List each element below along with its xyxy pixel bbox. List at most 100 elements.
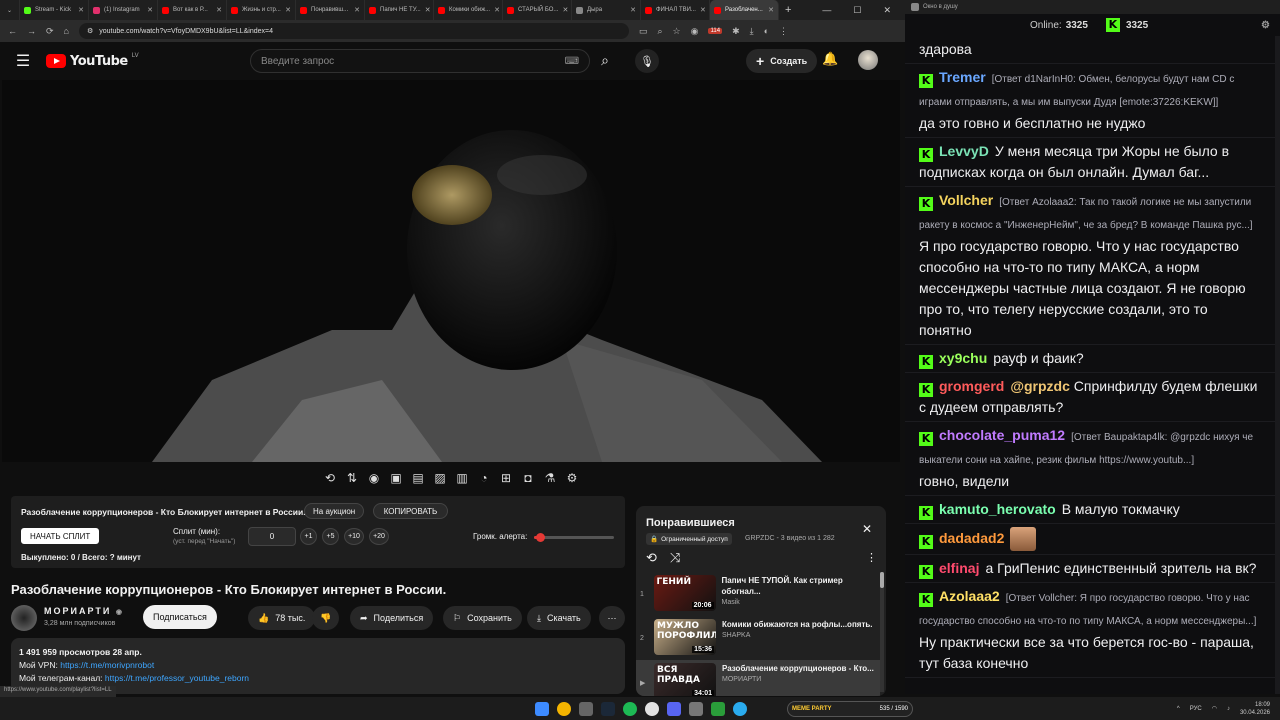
tray-chevron-icon[interactable]: ^: [1177, 706, 1180, 712]
channel-name[interactable]: МОРИАРТИ ◉: [44, 606, 124, 616]
chat-settings-icon[interactable]: ⚙: [1261, 20, 1270, 31]
tab-close-icon[interactable]: ✕: [285, 6, 291, 14]
loop-icon[interactable]: ⟲: [322, 470, 338, 486]
app3-icon[interactable]: [711, 701, 725, 716]
browser-tab[interactable]: Комики обиж... ✕: [434, 0, 503, 20]
cast-icon[interactable]: ▭: [639, 26, 648, 37]
screen-icon[interactable]: ▣: [388, 470, 404, 486]
chat-username[interactable]: Vollcher: [939, 192, 993, 208]
playlist-item[interactable]: 2 МУЖЛО ПОРОФЛИЛ 15:36 Комики обижаются на …: [636, 616, 880, 660]
site-info-icon[interactable]: ⚙: [87, 27, 93, 35]
download-icon[interactable]: ⤓: [750, 26, 754, 37]
video-player[interactable]: [2, 80, 900, 462]
add-20-button[interactable]: +20: [369, 528, 389, 545]
back-icon[interactable]: ←: [8, 26, 17, 36]
home-icon[interactable]: ⌂: [64, 26, 69, 36]
microphone-icon[interactable]: 🎙: [635, 49, 659, 73]
minimize-icon[interactable]: —: [822, 5, 831, 16]
telegram-icon[interactable]: [733, 701, 747, 716]
discord-icon[interactable]: [667, 701, 681, 716]
playlist-more-icon[interactable]: ⋮: [866, 551, 877, 564]
url-field[interactable]: ⚙ youtube.com/watch?v=VfoyDMDX9bU&list=L…: [78, 23, 629, 39]
chat-username[interactable]: dadadad2: [939, 530, 1004, 546]
avatar[interactable]: [858, 50, 878, 70]
like-button[interactable]: 👍 78 тыс.: [248, 606, 316, 630]
alert-volume-slider[interactable]: [534, 533, 614, 542]
download-button[interactable]: ⤓ Скачать: [527, 606, 591, 630]
loop-playlist-icon[interactable]: ⟲: [646, 550, 657, 566]
playlist-item[interactable]: 1 ГЕНИЙ 20:06 Папич НЕ ТУПОЙ. Как стример о…: [636, 572, 880, 616]
tab-close-icon[interactable]: ✕: [425, 6, 431, 14]
keyboard-icon[interactable]: ⌨: [565, 56, 579, 67]
zoom-icon[interactable]: ⌕: [658, 26, 663, 37]
browser-tab[interactable]: (1) Instagram ✕: [89, 0, 158, 20]
browser-tab[interactable]: Папич НЕ ТУ... ✕: [365, 0, 434, 20]
reload-icon[interactable]: ⟳: [46, 26, 54, 37]
copy-button[interactable]: КОПИРОВАТЬ: [373, 503, 448, 519]
browser-tab[interactable]: Дыра ✕: [572, 0, 641, 20]
chat-scrollbar[interactable]: [1275, 36, 1280, 694]
start-split-button[interactable]: НАЧАТЬ СПЛИТ: [21, 528, 100, 544]
playlist-icon[interactable]: ▥: [454, 470, 470, 486]
chat-username[interactable]: LevvyD: [939, 143, 989, 159]
app2-icon[interactable]: [689, 701, 703, 716]
puzzle-icon[interactable]: ✱: [732, 26, 740, 37]
tab-close-icon[interactable]: ✕: [354, 6, 360, 14]
dislike-button[interactable]: 👎: [312, 606, 340, 630]
profile-icon[interactable]: ◐: [764, 26, 769, 36]
add-1-button[interactable]: +1: [300, 528, 317, 545]
telegram-link[interactable]: https://t.me/professor_youtube_reborn: [105, 673, 249, 683]
youtube-logo[interactable]: YouTube LV: [46, 53, 139, 69]
forward-icon[interactable]: →: [27, 26, 36, 36]
browser-tab[interactable]: Жизнь и стр... ✕: [227, 0, 296, 20]
tab-close-icon[interactable]: ✕: [147, 6, 153, 14]
browser-tab[interactable]: Вот как в Р... ✕: [158, 0, 227, 20]
create-button[interactable]: + Создать: [746, 49, 818, 73]
split-minutes-input[interactable]: 0: [248, 527, 296, 546]
more-actions-icon[interactable]: ⋯: [599, 606, 625, 630]
add-10-button[interactable]: +10: [344, 528, 364, 545]
steam-icon[interactable]: [601, 701, 615, 716]
windows-start-icon[interactable]: [535, 701, 549, 716]
search-input[interactable]: Введите запрос ⌨: [250, 49, 590, 73]
subscribe-button[interactable]: Подписаться: [143, 605, 217, 629]
tab-close-icon[interactable]: ✕: [78, 6, 84, 14]
tab-close-icon[interactable]: ✕: [216, 6, 222, 14]
spotify-icon[interactable]: [623, 701, 637, 716]
menu-dots-icon[interactable]: ⋮: [779, 26, 788, 37]
save-button[interactable]: ⚐ Сохранить: [443, 606, 522, 630]
chat-username[interactable]: Azolaaa2: [939, 588, 1000, 604]
clock[interactable]: 18:09 30.04.2026: [1240, 701, 1270, 717]
keyboard-language[interactable]: РУС: [1190, 706, 1202, 712]
film-icon[interactable]: ▤: [410, 470, 426, 486]
chat-username[interactable]: gromgerd: [939, 378, 1004, 394]
chat-username[interactable]: chocolate_puma12: [939, 427, 1065, 443]
tab-close-icon[interactable]: ✕: [562, 6, 568, 14]
add-icon[interactable]: ⊞: [498, 470, 514, 486]
chat-username[interactable]: kamuto_herovato: [939, 501, 1056, 517]
tab-search-icon[interactable]: ⌄: [0, 0, 20, 20]
shuffle-icon[interactable]: ⤨: [670, 550, 680, 566]
chrome-icon[interactable]: [557, 701, 571, 716]
sort-icon[interactable]: ⇅: [344, 470, 360, 486]
channel-avatar[interactable]: [11, 605, 37, 631]
browser-tab[interactable]: СТАРЫЙ БО... ✕: [503, 0, 572, 20]
browser-tab[interactable]: ФИНАЛ ТВИ... ✕: [641, 0, 710, 20]
close-window-icon[interactable]: ✕: [883, 5, 891, 16]
flask-icon[interactable]: ⚗: [542, 470, 558, 486]
extension-icon[interactable]: ◉: [691, 26, 699, 37]
app-icon[interactable]: [579, 701, 593, 716]
meme-party-widget[interactable]: MEME PARTY 535 / 1590: [787, 700, 913, 717]
tab-close-icon[interactable]: ✕: [494, 6, 500, 14]
new-tab-button[interactable]: +: [785, 4, 791, 16]
bookmark-star-icon[interactable]: ☆: [673, 26, 681, 37]
share-button[interactable]: ➦ Поделиться: [350, 606, 434, 630]
tab-close-icon[interactable]: ✕: [768, 6, 774, 14]
chat-username[interactable]: elfinaj: [939, 560, 979, 576]
maximize-icon[interactable]: ☐: [853, 5, 861, 16]
volume-icon[interactable]: ♪: [1227, 706, 1230, 712]
speed-icon[interactable]: ◔: [476, 470, 492, 486]
wifi-icon[interactable]: ◠: [1212, 705, 1217, 712]
obs-icon[interactable]: [645, 701, 659, 716]
notifications-bell-icon[interactable]: 🔔: [822, 51, 838, 67]
